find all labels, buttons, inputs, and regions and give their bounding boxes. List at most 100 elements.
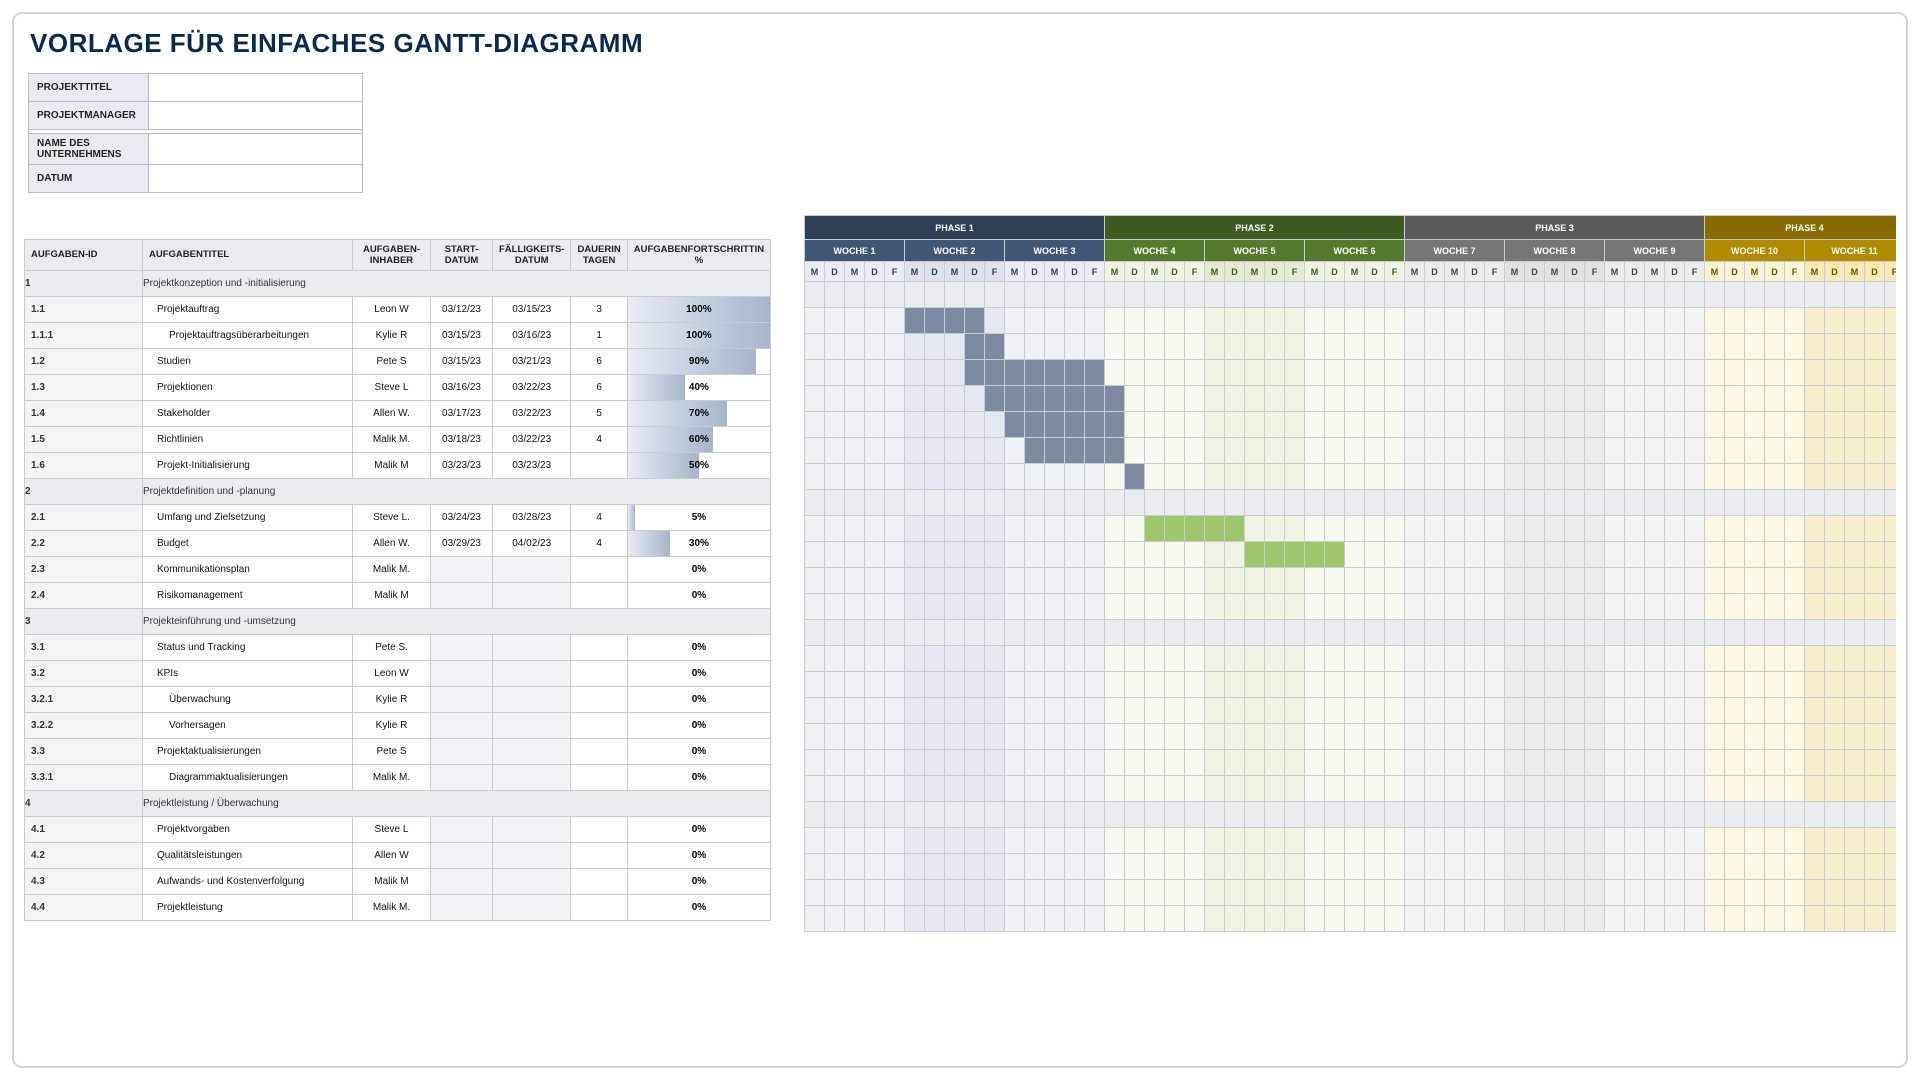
- timeline-cell: [1485, 282, 1505, 308]
- timeline-cell: [1645, 698, 1665, 724]
- timeline-cell: [1725, 438, 1745, 464]
- day-header-row: MDMDFMDMDFMDMDFMDMDFMDMDFMDMDFMDMDFMDMDF…: [805, 262, 1897, 282]
- timeline-cell: [1085, 698, 1105, 724]
- timeline-cell: [1845, 568, 1865, 594]
- timeline-cell: [1185, 464, 1205, 490]
- timeline-cell: [1425, 308, 1445, 334]
- task-start: 03/23/23: [431, 452, 493, 478]
- meta-value-project-manager[interactable]: [149, 102, 363, 130]
- task-progress: 0%: [627, 686, 770, 712]
- timeline-cell: [1145, 750, 1165, 776]
- timeline-cell: [1485, 386, 1505, 412]
- timeline-cell: [1625, 360, 1645, 386]
- timeline-cell: [1045, 464, 1065, 490]
- timeline-cell: [1525, 646, 1545, 672]
- meta-value-company-name[interactable]: [149, 134, 363, 165]
- task-title: Projektleistung: [143, 894, 353, 920]
- timeline-cell: [1585, 646, 1605, 672]
- timeline-cell: [1825, 854, 1845, 880]
- timeline-cell: [1525, 568, 1545, 594]
- timeline-cell: [1705, 646, 1725, 672]
- timeline-cell: [1185, 282, 1205, 308]
- timeline-cell: [1645, 854, 1665, 880]
- timeline-cell: [885, 308, 905, 334]
- timeline-cell: [1665, 672, 1685, 698]
- timeline-cell: [905, 724, 925, 750]
- timeline-cell: [1685, 438, 1705, 464]
- day-header: M: [1545, 262, 1565, 282]
- timeline-cell: [805, 594, 825, 620]
- timeline-cell: [1325, 646, 1345, 672]
- timeline-cell: [1745, 360, 1765, 386]
- timeline-cell: [1125, 386, 1145, 412]
- timeline-cell: [1385, 438, 1405, 464]
- timeline-cell: [965, 620, 985, 646]
- timeline-cell: [1285, 620, 1305, 646]
- timeline-cell: [1805, 412, 1825, 438]
- timeline-cell: [1565, 282, 1585, 308]
- timeline-cell: [945, 438, 965, 464]
- timeline-cell: [885, 672, 905, 698]
- timeline-cell: [1265, 672, 1285, 698]
- timeline-cell: [805, 438, 825, 464]
- timeline-cell: [825, 282, 845, 308]
- task-start: 03/15/23: [431, 348, 493, 374]
- timeline-cell: [1045, 568, 1065, 594]
- timeline-cell: [1705, 542, 1725, 568]
- timeline-cell: [945, 906, 965, 932]
- timeline-cell: [1225, 750, 1245, 776]
- timeline-cell: [1165, 360, 1185, 386]
- timeline-cell: [1045, 360, 1065, 386]
- task-due: [493, 556, 571, 582]
- timeline-cell: [1745, 880, 1765, 906]
- timeline-cell: [1085, 490, 1105, 516]
- timeline-cell: [1165, 490, 1185, 516]
- timeline-cell: [1085, 464, 1105, 490]
- timeline-row: [805, 308, 1897, 334]
- day-header: M: [945, 262, 965, 282]
- timeline-cell: [1465, 542, 1485, 568]
- timeline-cell: [1285, 568, 1305, 594]
- week-header: WOCHE 8: [1505, 240, 1605, 262]
- timeline-cell: [1205, 308, 1225, 334]
- timeline-cell: [1685, 854, 1705, 880]
- timeline-cell: [1745, 802, 1765, 828]
- timeline-cell: [1005, 308, 1025, 334]
- timeline-cell: [1845, 646, 1865, 672]
- timeline-cell: [1805, 750, 1825, 776]
- timeline-cell: [1065, 828, 1085, 854]
- timeline-cell: [945, 698, 965, 724]
- timeline-cell: [1465, 646, 1485, 672]
- timeline-cell: [1085, 386, 1105, 412]
- timeline-cell: [1625, 880, 1645, 906]
- timeline-cell: [1085, 724, 1105, 750]
- timeline-cell: [1665, 646, 1685, 672]
- timeline-cell: [945, 334, 965, 360]
- timeline-cell: [1445, 802, 1465, 828]
- timeline-cell: [985, 724, 1005, 750]
- timeline-cell: [1185, 724, 1205, 750]
- timeline-cell: [1825, 438, 1845, 464]
- task-start: [431, 634, 493, 660]
- timeline-cell: [1225, 698, 1245, 724]
- timeline-cell: [1585, 880, 1605, 906]
- meta-value-date[interactable]: [149, 165, 363, 193]
- timeline-cell: [1825, 724, 1845, 750]
- timeline-cell: [1845, 776, 1865, 802]
- timeline-cell: [1685, 542, 1705, 568]
- timeline-cell: [1825, 542, 1845, 568]
- timeline-cell: [1585, 516, 1605, 542]
- meta-value-project-title[interactable]: [149, 74, 363, 102]
- timeline-cell: [1425, 542, 1445, 568]
- timeline-cell: [1785, 516, 1805, 542]
- timeline-cell: [1545, 360, 1565, 386]
- timeline-cell: [1425, 776, 1445, 802]
- timeline-cell: [885, 620, 905, 646]
- timeline-cell: [1765, 308, 1785, 334]
- timeline-row: [805, 828, 1897, 854]
- timeline-cell: [1165, 906, 1185, 932]
- timeline-cell: [985, 308, 1005, 334]
- timeline-cell: [1065, 594, 1085, 620]
- timeline-cell: [1825, 334, 1845, 360]
- task-progress: 5%: [627, 504, 770, 530]
